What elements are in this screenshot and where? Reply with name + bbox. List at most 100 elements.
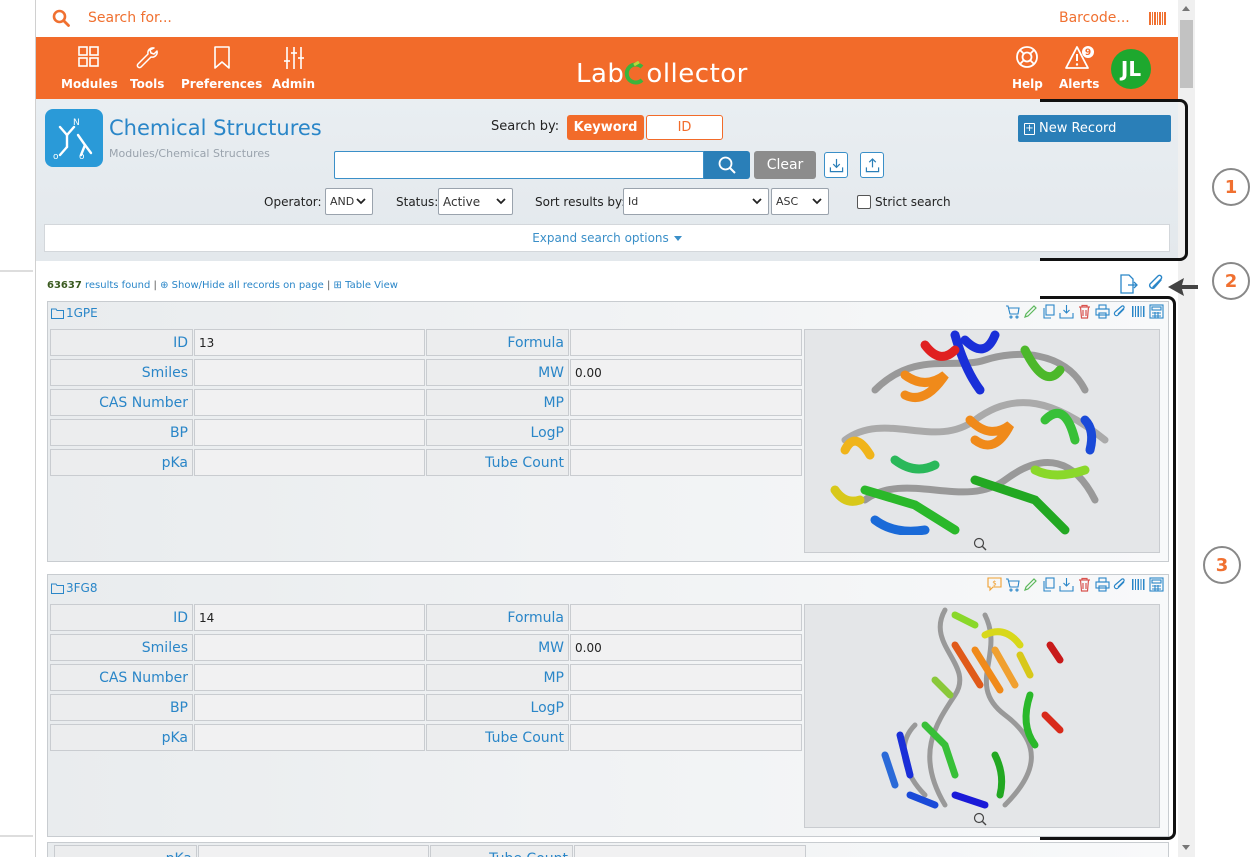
record-name: 1GPE (66, 306, 98, 320)
nav-admin[interactable]: Admin (272, 45, 315, 91)
record-title[interactable]: 3FG8 (51, 581, 97, 595)
chevron-down-icon (356, 198, 366, 205)
folder-icon (51, 308, 64, 319)
annotation-bracket-1 (1040, 99, 1188, 261)
nav-preferences-label: Preferences (181, 77, 263, 91)
nav-help[interactable]: Help (1012, 45, 1043, 91)
zoom-icon[interactable] (973, 812, 987, 826)
search-by-keyword-button[interactable]: Keyword (567, 115, 644, 140)
expand-search-options[interactable]: Expand search options (44, 224, 1170, 252)
search-submit-button[interactable] (704, 151, 750, 179)
field-value (570, 694, 802, 721)
export-file-icon[interactable] (1118, 274, 1138, 294)
field-label: pKa (50, 724, 193, 751)
import-button[interactable] (824, 152, 848, 178)
order-select[interactable]: ASC (771, 188, 829, 215)
field-value (570, 419, 802, 446)
svg-text:o: o (53, 152, 59, 162)
field-label: LogP (426, 694, 569, 721)
svg-text:o: o (79, 152, 85, 162)
field-label: BP (50, 694, 193, 721)
table-view-link[interactable]: Table View (345, 280, 398, 291)
wrench-icon (136, 47, 159, 69)
nav-modules[interactable]: Modules (61, 45, 118, 91)
sliders-icon (283, 47, 304, 69)
operator-select[interactable]: AND (325, 188, 373, 215)
results-summary: 63637 results found | ⊕ Show/Hide all re… (47, 280, 398, 291)
grid-icon (78, 46, 100, 67)
edit-icon[interactable] (1023, 577, 1038, 592)
strict-search-checkbox[interactable] (857, 195, 871, 209)
nav-tools-label: Tools (130, 77, 165, 91)
clear-button[interactable]: Clear (754, 151, 816, 179)
callout-2: 2 (1212, 262, 1250, 300)
cart-icon[interactable] (1005, 304, 1020, 319)
field-value: 14 (194, 604, 425, 631)
field-value: 0.00 (570, 634, 802, 661)
svg-text:$: $ (992, 580, 996, 588)
app-window: Search for... Barcode... Modules Tools P… (35, 0, 1178, 857)
field-label: ID (50, 329, 193, 356)
table-icon: ⊞ (333, 280, 342, 291)
logo-text-left: Lab (576, 59, 625, 89)
edit-icon[interactable] (1023, 304, 1038, 319)
field-value (570, 724, 802, 751)
zoom-icon[interactable] (973, 537, 987, 551)
scroll-up-arrow-icon[interactable] (1182, 6, 1190, 11)
user-avatar[interactable]: JL (1111, 49, 1151, 89)
record-card-partial: pKa Tube Count (47, 842, 1169, 857)
search-by-id-button[interactable]: ID (646, 115, 723, 140)
arrow-left-icon (1168, 278, 1198, 296)
top-search-bar: Search for... Barcode... (36, 0, 1178, 37)
global-search-input[interactable]: Search for... (88, 10, 172, 26)
nav-preferences[interactable]: Preferences (181, 45, 262, 91)
caret-down-icon (673, 235, 682, 241)
field-value (570, 329, 802, 356)
bookmark-icon (213, 46, 230, 69)
cart-icon[interactable] (1005, 577, 1020, 592)
operator-value: AND (330, 195, 354, 208)
export-button[interactable] (860, 152, 884, 178)
results-count: 63637 (47, 280, 82, 291)
sort-select[interactable]: Id (623, 188, 769, 215)
keyword-search-input[interactable] (334, 151, 704, 179)
zoom-icon: ⊕ (160, 280, 169, 291)
nav-tools[interactable]: Tools (130, 45, 164, 91)
download-icon (829, 158, 843, 172)
barcode-search-input[interactable]: Barcode... (1059, 10, 1130, 26)
nav-modules-label: Modules (61, 77, 118, 91)
barcode-icon[interactable] (1149, 12, 1167, 25)
record-card: 3FG8 $ ID 14 Formula Smiles MW 0.00 CAS … (47, 574, 1169, 837)
record-card: 1GPE ID 13 Formula Smiles MW 0.00 CAS Nu… (47, 301, 1169, 562)
nav-alerts[interactable]: 9 Alerts (1059, 45, 1099, 91)
results-count-suffix: results found (84, 280, 151, 291)
search-panel: No o Chemical Structures Modules/Chemical… (36, 99, 1178, 261)
status-select[interactable]: Active (438, 188, 513, 215)
field-value (194, 634, 425, 661)
nav-alerts-label: Alerts (1059, 77, 1100, 91)
field-label: LogP (426, 419, 569, 446)
record-title[interactable]: 1GPE (51, 306, 98, 320)
record-name: 3FG8 (66, 581, 98, 595)
scroll-thumb[interactable] (1180, 20, 1193, 88)
field-label: Smiles (50, 359, 193, 386)
divider (0, 270, 33, 272)
scroll-down-arrow-icon[interactable] (1182, 845, 1190, 850)
field-label: MW (426, 359, 569, 386)
upload-icon (865, 157, 879, 172)
status-label: Status: (396, 195, 439, 209)
field-value (194, 724, 425, 751)
field-label: ID (50, 604, 193, 631)
field-value (194, 359, 425, 386)
field-value: 0.00 (570, 359, 802, 386)
field-value (194, 419, 425, 446)
show-hide-records-link[interactable]: Show/Hide all records on page (172, 280, 324, 291)
price-icon[interactable]: $ (987, 577, 1002, 592)
field-label: Tube Count (430, 845, 573, 857)
search-icon[interactable] (52, 9, 70, 27)
callout-3: 3 (1203, 546, 1241, 584)
field-value (570, 604, 802, 631)
attachment-icon[interactable] (1147, 273, 1165, 293)
breadcrumb[interactable]: Modules/Chemical Structures (109, 147, 270, 160)
field-value (198, 845, 429, 857)
